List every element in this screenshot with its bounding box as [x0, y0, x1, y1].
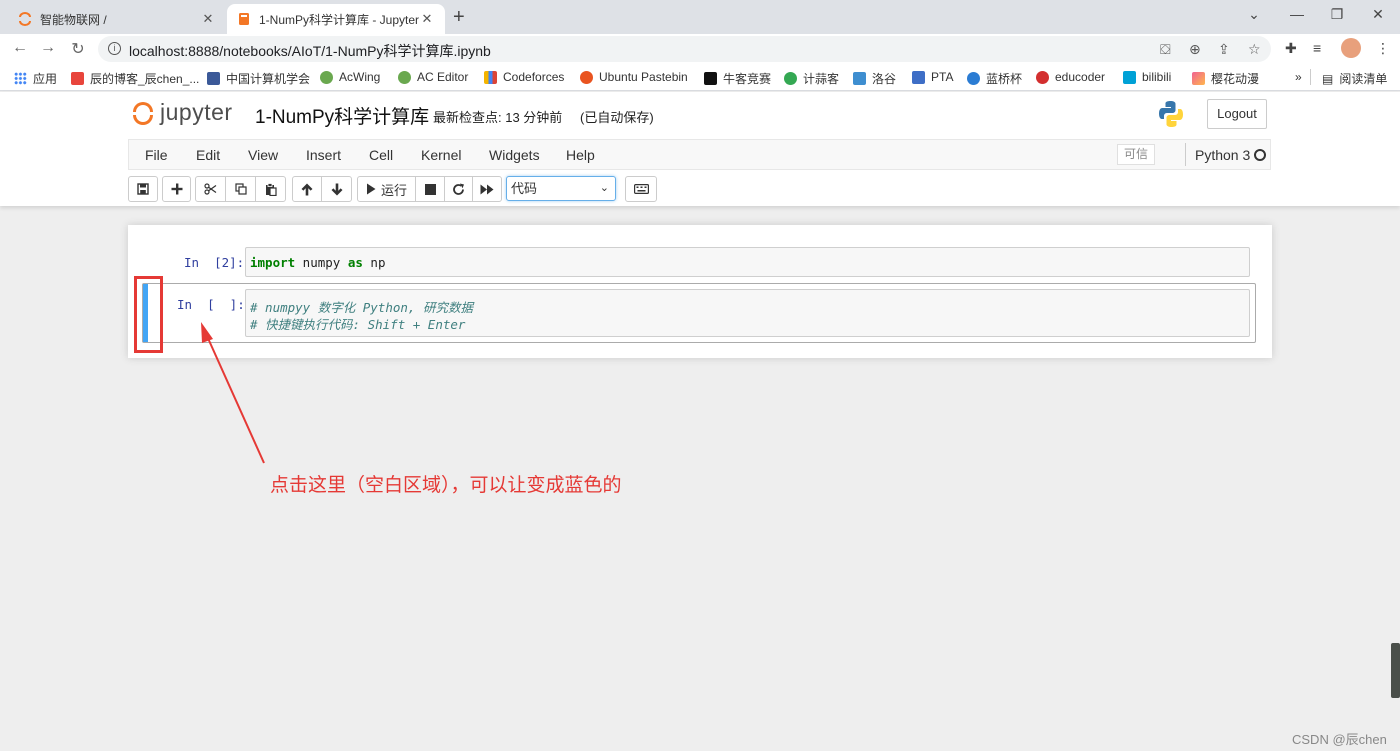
watermark: CSDN @辰chen [1292, 732, 1387, 747]
annotation-arrow-icon [201, 322, 265, 464]
side-widget[interactable] [1391, 643, 1400, 698]
annotation-text: 点击这里（空白区域），可以让变成蓝色的 [270, 475, 622, 496]
